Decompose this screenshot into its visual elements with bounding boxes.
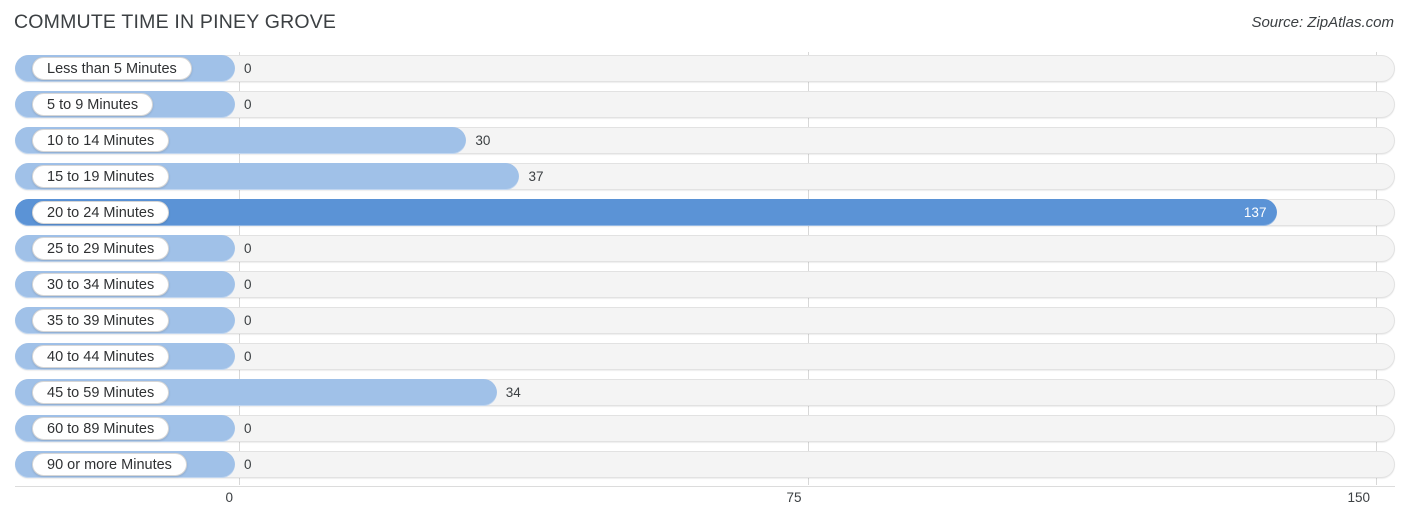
page-title: COMMUTE TIME IN PINEY GROVE bbox=[14, 11, 337, 33]
bar-row: 30 10 to 14 Minutes bbox=[15, 127, 1395, 154]
bar[interactable]: 137 bbox=[15, 199, 1278, 226]
bar-row: 0 25 to 29 Minutes bbox=[15, 235, 1395, 262]
bar-value-label: 37 bbox=[528, 169, 544, 184]
bar-rows: 0 Less than 5 Minutes 0 5 to 9 Minutes 30 10 … bbox=[0, 50, 1406, 485]
category-label-pill[interactable]: Less than 5 Minutes bbox=[32, 57, 192, 80]
bar-row: 34 45 to 59 Minutes bbox=[15, 379, 1395, 406]
bar-value-label: 30 bbox=[475, 133, 491, 148]
category-label-pill[interactable]: 35 to 39 Minutes bbox=[32, 309, 170, 332]
axis-tick-label: 0 bbox=[225, 490, 233, 505]
bar-value-label: 0 bbox=[244, 421, 252, 436]
source-attribution: Source: ZipAtlas.com bbox=[1251, 14, 1394, 31]
category-label-pill[interactable]: 45 to 59 Minutes bbox=[32, 381, 170, 404]
category-label-pill[interactable]: 20 to 24 Minutes bbox=[32, 201, 170, 224]
category-label-pill[interactable]: 90 or more Minutes bbox=[32, 453, 187, 476]
category-label-pill[interactable]: 15 to 19 Minutes bbox=[32, 165, 170, 188]
bar-row: 0 5 to 9 Minutes bbox=[15, 91, 1395, 118]
bar-value-label: 137 bbox=[1243, 205, 1267, 220]
chart-container: COMMUTE TIME IN PINEY GROVE Source: ZipA… bbox=[0, 0, 1406, 524]
bar-value-label: 0 bbox=[244, 457, 252, 472]
bar-row: 0 Less than 5 Minutes bbox=[15, 55, 1395, 82]
category-label-pill[interactable]: 10 to 14 Minutes bbox=[32, 129, 170, 152]
category-label-pill[interactable]: 60 to 89 Minutes bbox=[32, 417, 170, 440]
bar-row: 0 40 to 44 Minutes bbox=[15, 343, 1395, 370]
bar-value-label: 0 bbox=[244, 97, 252, 112]
bar-row: 0 90 or more Minutes bbox=[15, 451, 1395, 478]
bar-row: 0 35 to 39 Minutes bbox=[15, 307, 1395, 334]
plot-area: 0 Less than 5 Minutes 0 5 to 9 Minutes 30 10 … bbox=[0, 50, 1406, 485]
axis-line bbox=[15, 486, 1395, 487]
bar-row: 0 60 to 89 Minutes bbox=[15, 415, 1395, 442]
category-label-pill[interactable]: 25 to 29 Minutes bbox=[32, 237, 170, 260]
category-label-pill[interactable]: 30 to 34 Minutes bbox=[32, 273, 170, 296]
chart-header: COMMUTE TIME IN PINEY GROVE Source: ZipA… bbox=[0, 0, 1406, 46]
x-axis: 0 75 150 bbox=[0, 486, 1406, 524]
axis-tick-label: 75 bbox=[786, 490, 802, 505]
category-label-pill[interactable]: 40 to 44 Minutes bbox=[32, 345, 170, 368]
bar-row: 0 30 to 34 Minutes bbox=[15, 271, 1395, 298]
bar-value-label: 0 bbox=[244, 61, 252, 76]
category-label-pill[interactable]: 5 to 9 Minutes bbox=[32, 93, 154, 116]
bar-value-label: 0 bbox=[244, 349, 252, 364]
bar-row: 37 15 to 19 Minutes bbox=[15, 163, 1395, 190]
axis-tick-label: 150 bbox=[1347, 490, 1370, 505]
bar-value-label: 34 bbox=[505, 385, 521, 400]
bar-value-label: 0 bbox=[244, 313, 252, 328]
bar-value-label: 0 bbox=[244, 277, 252, 292]
bar-row: 137 20 to 24 Minutes bbox=[15, 199, 1395, 226]
bar-value-label: 0 bbox=[244, 241, 252, 256]
